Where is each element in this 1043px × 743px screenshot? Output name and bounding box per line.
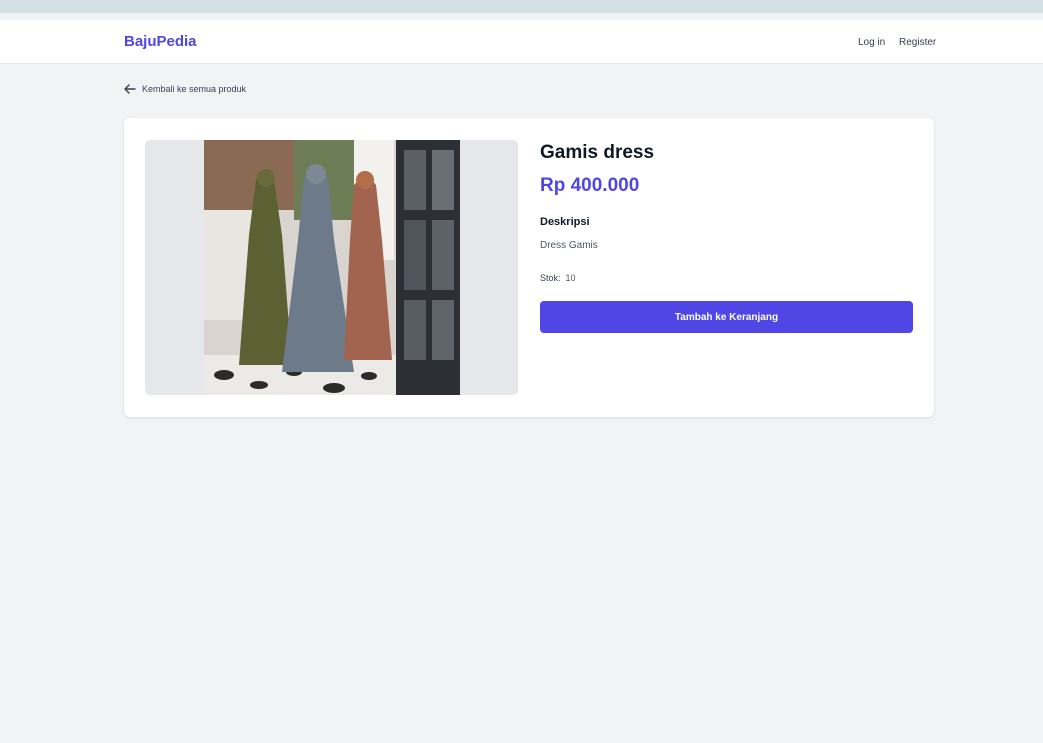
description-heading: Deskripsi	[540, 216, 590, 228]
back-link-label: Kembali ke semua produk	[142, 84, 247, 94]
product-title: Gamis dress	[540, 142, 655, 163]
product-price: Rp 400.000	[540, 175, 640, 196]
browser-top-strip	[0, 0, 1043, 19]
login-link[interactable]: Log in	[858, 37, 885, 48]
product-card: Gamis dress Rp 400.000 Deskripsi Dress G…	[124, 118, 934, 417]
add-to-cart-button[interactable]: Tambah ke Keranjang	[540, 301, 913, 333]
stock-value: 10	[565, 273, 576, 283]
stock-row: Stok: 10	[540, 273, 576, 283]
brand-logo[interactable]: BajuPedia	[124, 33, 197, 50]
product-image	[204, 140, 460, 395]
navbar: BajuPedia Log in Register	[0, 20, 1043, 64]
register-link[interactable]: Register	[899, 37, 936, 48]
arrow-left-icon	[124, 84, 136, 94]
product-image-frame	[145, 140, 518, 395]
description-text: Dress Gamis	[540, 240, 598, 251]
back-to-products-link[interactable]: Kembali ke semua produk	[124, 84, 246, 94]
stock-label: Stok:	[540, 273, 561, 283]
